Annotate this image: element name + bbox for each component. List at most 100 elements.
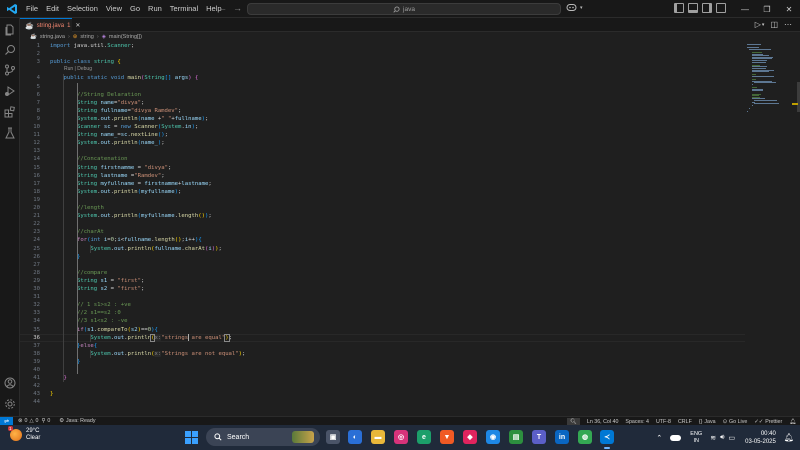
menu-view[interactable]: View xyxy=(102,0,126,18)
ports-status[interactable]: ⚲ 0 xyxy=(41,418,50,424)
code-line[interactable]: 27 xyxy=(20,261,745,269)
back-arrow-icon[interactable]: ← xyxy=(218,3,227,13)
code-line[interactable]: 11 String name_=sc.nextLine(); xyxy=(20,131,745,139)
code-line[interactable]: 26 } xyxy=(20,253,745,261)
code-line[interactable]: 20 //length xyxy=(20,204,745,212)
code-line[interactable]: 8 String fullname="divya Ramdev"; xyxy=(20,107,745,115)
vscode-taskbar-icon[interactable]: ≺ xyxy=(600,430,614,444)
code-line[interactable]: 1 import java.util.Scanner; xyxy=(20,42,745,50)
code-line[interactable]: 18 System.out.println(myfullname); xyxy=(20,188,745,196)
indentation-status[interactable]: Spaces: 4 xyxy=(625,419,649,425)
breadcrumb-class[interactable]: string xyxy=(80,34,93,40)
code-line[interactable]: 43} xyxy=(20,390,745,398)
code-line[interactable]: 19 xyxy=(20,196,745,204)
code-line[interactable]: 38 System.out.println(x:"Strings are not… xyxy=(20,350,745,358)
minimap[interactable] xyxy=(745,42,790,416)
code-line[interactable]: 34 //3 s1<s2 : -ve xyxy=(20,317,745,325)
code-line[interactable]: 16 String lastname ="Ramdev"; xyxy=(20,172,745,180)
forward-arrow-icon[interactable]: → xyxy=(233,3,242,13)
code-line[interactable]: 3 public class string { xyxy=(20,58,745,66)
settings-icon[interactable] xyxy=(4,398,16,410)
brave-browser-icon[interactable]: ▼ xyxy=(440,430,454,444)
extensions-icon[interactable] xyxy=(4,106,16,118)
problems-status[interactable]: ⊗ 0 △ 0 xyxy=(18,418,38,424)
notifications-icon[interactable]: 🔔︎ xyxy=(784,433,794,442)
onedrive-icon[interactable] xyxy=(670,434,682,441)
task-view-icon[interactable]: ▣ xyxy=(326,430,340,444)
run-icon[interactable]: ▷ xyxy=(755,20,761,29)
testing-icon[interactable] xyxy=(4,127,16,139)
tab-string-java[interactable]: ☕ string.java 1 ✕ xyxy=(20,18,80,32)
clock[interactable]: 00:40 03-05-2025 xyxy=(745,430,776,446)
go-live-button[interactable]: ⊙ Go Live xyxy=(723,419,748,425)
code-line[interactable]: 14 //Concatenation xyxy=(20,155,745,163)
close-icon[interactable]: ✕ xyxy=(75,22,80,29)
code-line[interactable]: 31 xyxy=(20,293,745,301)
code-line[interactable]: 35 if(s1.compareTo(s2)==0){ xyxy=(20,326,745,334)
more-actions-icon[interactable]: ⋯ xyxy=(784,20,792,29)
edge-browser-icon[interactable]: e xyxy=(417,430,431,444)
copilot-menu[interactable]: ▾ xyxy=(566,3,583,12)
breadcrumb-file[interactable]: string.java xyxy=(40,34,65,40)
code-line[interactable]: 25 System.out.println(fullname.charAt(i)… xyxy=(20,245,745,253)
code-line[interactable]: 6 //String Delaration xyxy=(20,91,745,99)
code-line[interactable]: 36 System.out.println(x:"strings are equ… xyxy=(20,333,745,342)
app-colorwheel-icon[interactable]: ◉ xyxy=(486,430,500,444)
code-editor[interactable]: Run | Debug 1 import java.util.Scanner; 2 3… xyxy=(20,42,745,416)
quick-settings[interactable]: ≋ 🔊︎ ▭ xyxy=(710,434,735,442)
cursor-position[interactable]: Ln 36, Col 40 xyxy=(587,419,619,425)
toggle-panel-icon[interactable] xyxy=(688,3,698,13)
code-line[interactable]: 9 System.out.println(name +" "+fullname)… xyxy=(20,115,745,123)
run-debug-icon[interactable] xyxy=(4,85,16,97)
search-icon[interactable] xyxy=(4,44,16,56)
code-line[interactable]: 40 xyxy=(20,366,745,374)
code-line[interactable]: 30 String s2 = "first"; xyxy=(20,285,745,293)
command-center-search[interactable]: java xyxy=(247,3,561,15)
customize-layout-icon[interactable] xyxy=(716,3,726,13)
language-indicator[interactable]: ENG IN xyxy=(690,431,702,445)
code-line[interactable]: 28 //compare xyxy=(20,269,745,277)
restore-icon[interactable]: ❐ xyxy=(756,0,778,18)
linkedin-icon[interactable]: in xyxy=(555,430,569,444)
code-line[interactable]: 13 xyxy=(20,147,745,155)
close-icon[interactable]: ✕ xyxy=(778,0,800,18)
code-line[interactable]: 42 xyxy=(20,382,745,390)
eol-status[interactable]: CRLF xyxy=(678,419,692,425)
edge-copilot-icon[interactable]: ◐ xyxy=(348,430,362,444)
menu-edit[interactable]: Edit xyxy=(42,0,63,18)
account-icon[interactable] xyxy=(4,377,16,389)
code-line[interactable]: 29 String s1 = "first"; xyxy=(20,277,745,285)
code-line[interactable]: 17 String myfullname = firstnamme+lastna… xyxy=(20,180,745,188)
file-explorer-icon[interactable]: ▬ xyxy=(371,430,385,444)
codelens-run-debug[interactable]: Run | Debug xyxy=(64,66,92,72)
explorer-icon[interactable] xyxy=(4,24,16,36)
notifications-icon[interactable]: 🔔︎ xyxy=(789,419,796,425)
code-line[interactable]: 5 xyxy=(20,83,745,91)
language-status[interactable]: {} Java xyxy=(699,419,716,425)
source-control-icon[interactable] xyxy=(4,64,16,76)
minimize-icon[interactable]: — xyxy=(734,0,756,18)
taskbar-search[interactable]: Search xyxy=(206,428,320,446)
teams-icon[interactable]: T xyxy=(532,430,546,444)
weather-widget[interactable]: 1 29°C Clear xyxy=(8,426,40,442)
encoding-status[interactable]: UTF-8 xyxy=(656,419,671,425)
menu-file[interactable]: File xyxy=(22,0,42,18)
java-status[interactable]: ⚙ Java: Ready xyxy=(59,418,95,424)
code-line[interactable]: 10 Scanner sc = new Scanner(System.in); xyxy=(20,123,745,131)
code-line[interactable]: 21 System.out.println(myfullname.length(… xyxy=(20,212,745,220)
code-line[interactable]: 22 xyxy=(20,220,745,228)
code-line[interactable]: 2 xyxy=(20,50,745,58)
store-icon[interactable]: ▤ xyxy=(509,430,523,444)
code-line[interactable]: 33 //2 s1==s2 :0 xyxy=(20,309,745,317)
menu-go[interactable]: Go xyxy=(126,0,144,18)
menu-terminal[interactable]: Terminal xyxy=(166,0,202,18)
menu-run[interactable]: Run xyxy=(144,0,166,18)
chevron-up-icon[interactable]: ⌃ xyxy=(656,434,662,442)
breadcrumb-method[interactable]: main(String[]) xyxy=(109,34,142,40)
code-line[interactable]: 44 xyxy=(20,398,745,406)
windows-start-icon[interactable] xyxy=(185,431,198,444)
toggle-sidebar-icon[interactable] xyxy=(674,3,684,13)
code-line[interactable]: 4 public static void main(String[] args)… xyxy=(20,74,745,82)
editor-scrollbar[interactable] xyxy=(791,42,800,416)
code-line[interactable]: 12 System.out.println(name_); xyxy=(20,139,745,147)
